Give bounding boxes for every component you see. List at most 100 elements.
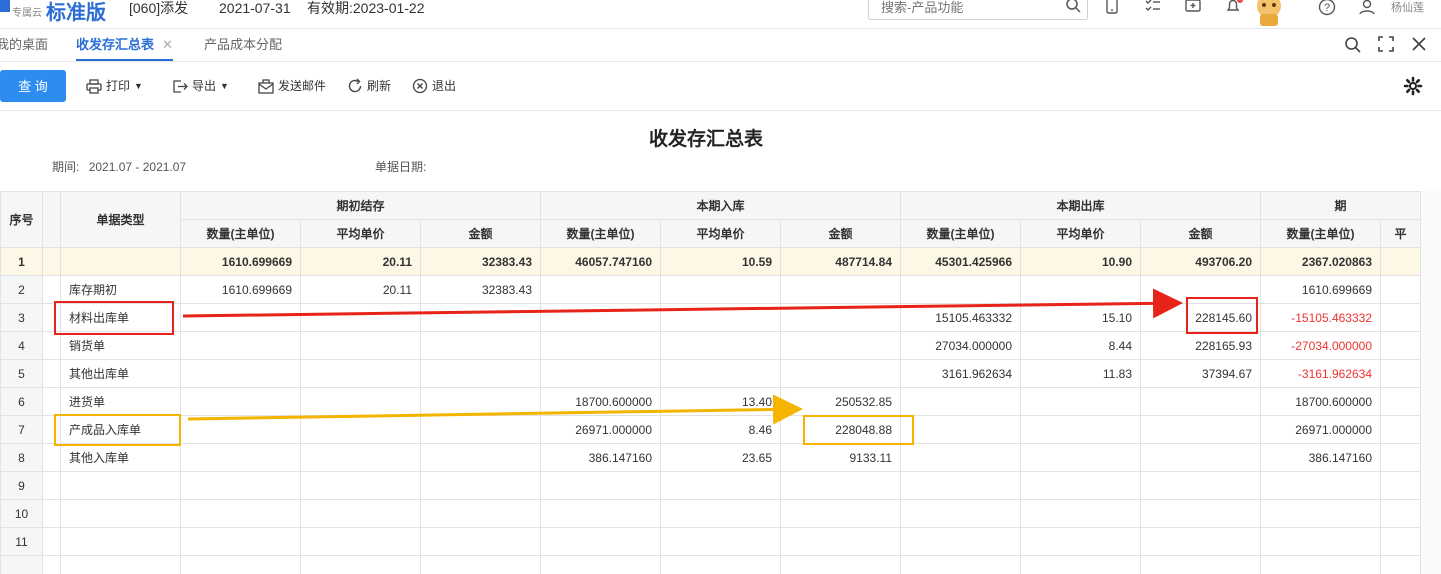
total-row[interactable]: 1 1610.699669 20.11 32383.43 46057.747160 10.… bbox=[0, 247, 1421, 276]
table-cell[interactable]: -3161.962634 bbox=[1260, 359, 1381, 388]
table-row[interactable]: 4 销货单 27034.000000 8.44 228165.93 -27034.0000… bbox=[0, 331, 1421, 360]
table-cell[interactable] bbox=[1380, 359, 1421, 388]
table-cell[interactable] bbox=[1140, 275, 1261, 304]
search-input[interactable] bbox=[879, 0, 1063, 16]
table-row[interactable] bbox=[0, 555, 1421, 574]
table-cell[interactable] bbox=[660, 471, 781, 500]
doc-type-cell[interactable]: 进货单 bbox=[60, 387, 181, 416]
table-cell[interactable] bbox=[420, 303, 541, 332]
doc-type-cell[interactable]: 库存期初 bbox=[60, 275, 181, 304]
table-cell[interactable] bbox=[1380, 303, 1421, 332]
table-cell[interactable] bbox=[780, 527, 901, 556]
table-cell[interactable] bbox=[540, 555, 661, 574]
table-cell[interactable] bbox=[180, 387, 301, 416]
send-email-button[interactable]: 发送邮件 bbox=[258, 76, 326, 96]
table-cell[interactable]: 493706.20 bbox=[1140, 247, 1261, 276]
table-cell[interactable] bbox=[1380, 499, 1421, 528]
table-cell[interactable]: -15105.463332 bbox=[1260, 303, 1381, 332]
table-cell[interactable] bbox=[180, 303, 301, 332]
table-cell[interactable] bbox=[660, 527, 781, 556]
table-row[interactable]: 7 产成品入库单 26971.000000 8.46 228048.88 26971.00… bbox=[0, 415, 1421, 444]
table-cell[interactable] bbox=[1260, 471, 1381, 500]
table-cell[interactable]: 26971.000000 bbox=[1260, 415, 1381, 444]
table-cell[interactable] bbox=[780, 303, 901, 332]
table-cell[interactable] bbox=[300, 387, 421, 416]
table-cell[interactable] bbox=[540, 331, 661, 360]
table-cell[interactable] bbox=[780, 359, 901, 388]
table-cell[interactable] bbox=[1140, 499, 1261, 528]
table-cell[interactable]: 386.147160 bbox=[540, 443, 661, 472]
mobile-icon[interactable] bbox=[1105, 0, 1119, 14]
table-cell[interactable] bbox=[660, 499, 781, 528]
table-cell[interactable]: 32383.43 bbox=[420, 247, 541, 276]
table-cell[interactable] bbox=[900, 443, 1021, 472]
table-cell[interactable]: 27034.000000 bbox=[900, 331, 1021, 360]
table-cell[interactable] bbox=[1140, 443, 1261, 472]
table-cell[interactable]: 10.90 bbox=[1020, 247, 1141, 276]
table-cell[interactable]: 15.10 bbox=[1020, 303, 1141, 332]
table-cell[interactable]: 386.147160 bbox=[1260, 443, 1381, 472]
table-cell[interactable]: 3161.962634 bbox=[900, 359, 1021, 388]
tab-search-icon[interactable] bbox=[1344, 36, 1362, 54]
table-cell[interactable]: 20.11 bbox=[300, 275, 421, 304]
service-icon[interactable] bbox=[1184, 0, 1202, 14]
table-cell[interactable]: 37394.67 bbox=[1140, 359, 1261, 388]
summary-table[interactable]: 序号 单据类型 期初结存 本期入库 本期出库 期 数量(主单位) 平均单价 金额 数量… bbox=[0, 191, 1421, 574]
table-cell[interactable] bbox=[300, 415, 421, 444]
bell-icon[interactable] bbox=[1224, 0, 1244, 14]
table-cell[interactable] bbox=[1140, 387, 1261, 416]
table-cell[interactable] bbox=[300, 555, 421, 574]
table-row[interactable]: 8 其他入库单 386.147160 23.65 9133.11 386.147160 bbox=[0, 443, 1421, 472]
table-cell[interactable] bbox=[1260, 527, 1381, 556]
table-cell[interactable] bbox=[900, 555, 1021, 574]
sub-header-cell[interactable]: 数量(主单位) bbox=[900, 219, 1021, 248]
query-button[interactable]: 查 询 bbox=[0, 70, 66, 102]
table-cell[interactable]: 487714.84 bbox=[780, 247, 901, 276]
tab-inventory-summary[interactable]: 收发存汇总表 ✕ bbox=[76, 29, 173, 61]
table-cell[interactable] bbox=[1380, 555, 1421, 574]
search-icon[interactable] bbox=[1065, 0, 1081, 13]
table-cell[interactable] bbox=[420, 499, 541, 528]
table-cell[interactable]: 8.46 bbox=[660, 415, 781, 444]
sub-header-cell[interactable]: 数量(主单位) bbox=[1260, 219, 1381, 248]
doc-type-cell[interactable]: 其他入库单 bbox=[60, 443, 181, 472]
table-cell[interactable] bbox=[180, 443, 301, 472]
table-cell[interactable]: 1610.699669 bbox=[180, 247, 301, 276]
table-cell[interactable] bbox=[660, 555, 781, 574]
table-cell[interactable] bbox=[1020, 415, 1141, 444]
sub-header-cell[interactable]: 数量(主单位) bbox=[180, 219, 301, 248]
table-row[interactable]: 2 库存期初 1610.699669 20.11 32383.43 1610.699669 bbox=[0, 275, 1421, 304]
table-cell[interactable] bbox=[180, 555, 301, 574]
table-cell[interactable] bbox=[540, 303, 661, 332]
table-cell[interactable] bbox=[180, 415, 301, 444]
doc-type-cell[interactable] bbox=[60, 247, 181, 276]
table-cell[interactable] bbox=[1380, 527, 1421, 556]
sub-header-cell[interactable]: 平 bbox=[1380, 219, 1421, 248]
table-cell[interactable]: 26971.000000 bbox=[540, 415, 661, 444]
table-cell[interactable] bbox=[1260, 555, 1381, 574]
table-cell[interactable] bbox=[900, 499, 1021, 528]
sub-header-cell[interactable]: 平均单价 bbox=[660, 219, 781, 248]
task-list-icon[interactable] bbox=[1144, 0, 1162, 14]
table-cell[interactable] bbox=[1020, 443, 1141, 472]
table-cell[interactable] bbox=[540, 499, 661, 528]
table-row[interactable]: 5 其他出库单 3161.962634 11.83 37394.67 -3161.9626… bbox=[0, 359, 1421, 388]
table-cell[interactable]: 9133.11 bbox=[780, 443, 901, 472]
table-cell[interactable] bbox=[1380, 471, 1421, 500]
table-cell[interactable] bbox=[1380, 247, 1421, 276]
search-box[interactable] bbox=[868, 0, 1088, 20]
table-cell[interactable]: 250532.85 bbox=[780, 387, 901, 416]
table-cell[interactable] bbox=[540, 471, 661, 500]
table-cell[interactable] bbox=[540, 359, 661, 388]
table-row[interactable]: 3 材料出库单 15105.463332 15.10 228145.60 -15105.4… bbox=[0, 303, 1421, 332]
table-cell[interactable] bbox=[660, 275, 781, 304]
table-cell[interactable] bbox=[660, 303, 781, 332]
doc-type-cell[interactable]: 销货单 bbox=[60, 331, 181, 360]
table-cell[interactable] bbox=[900, 527, 1021, 556]
table-cell[interactable] bbox=[420, 443, 541, 472]
table-cell[interactable] bbox=[420, 471, 541, 500]
table-cell[interactable] bbox=[1020, 555, 1141, 574]
table-cell[interactable] bbox=[420, 387, 541, 416]
table-cell[interactable]: 1610.699669 bbox=[1260, 275, 1381, 304]
table-cell[interactable] bbox=[900, 415, 1021, 444]
